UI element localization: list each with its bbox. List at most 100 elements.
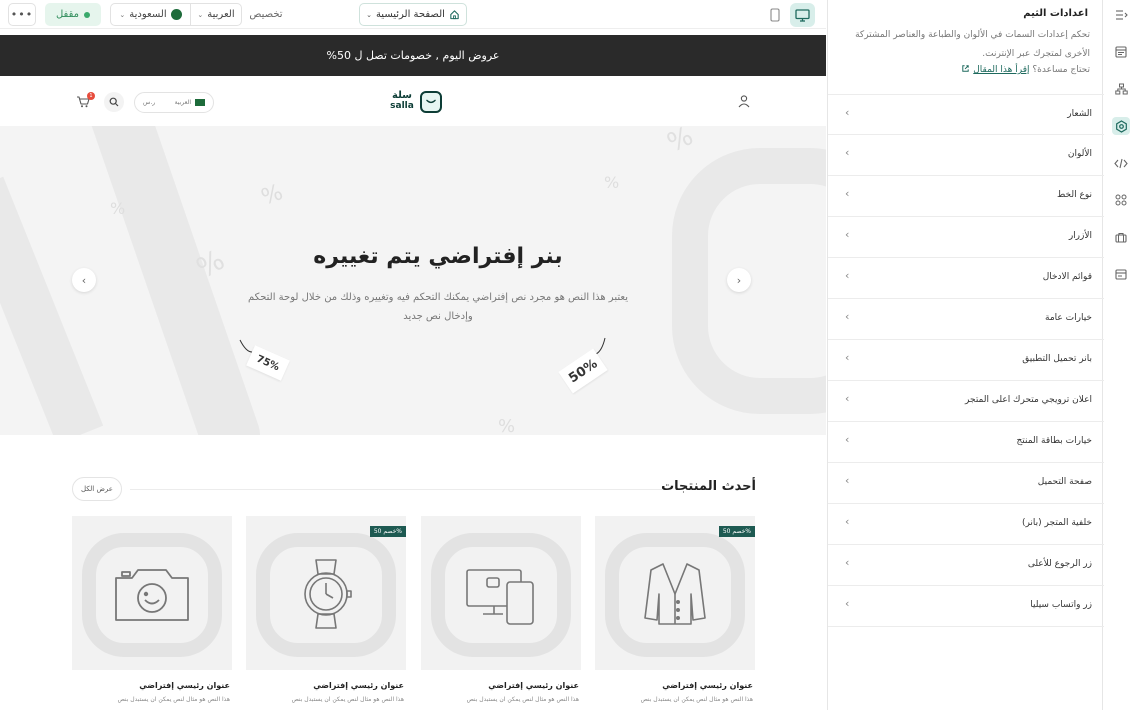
section-back-to-top[interactable]: ‹ زر الرجوع للأعلى	[828, 545, 1104, 586]
latest-products-title: أحدث المنتجات	[661, 479, 756, 494]
section-label: الشعار	[1067, 109, 1092, 119]
store-header: 1 ر.س العربية سلة salla	[0, 76, 826, 126]
logo-wordmark: سلة salla	[389, 90, 415, 111]
mobile-view-button[interactable]	[765, 4, 785, 25]
page-select[interactable]: ⌄ الصفحة الرئيسية	[359, 3, 467, 26]
rail-card-button[interactable]	[1112, 265, 1130, 283]
user-icon[interactable]	[737, 94, 751, 108]
latest-products-header: عرض الكل أحدث المنتجات	[72, 477, 756, 501]
rail-briefcase-button[interactable]	[1112, 228, 1130, 246]
product-card[interactable]: خصم 50% عنوان رئيسي إفتراضي هذا النص هو …	[246, 516, 406, 710]
store-search-button[interactable]	[104, 92, 124, 112]
section-label: زر واتساب سيليا	[1030, 600, 1092, 610]
settings-sections: ‹ الشعار ‹ الألوان ‹ نوع الخط ‹ الأزرار ‹ قوا…	[828, 94, 1104, 627]
product-description: هذا النص هو مثال لنص يمكن ان يستبدل بنص	[291, 696, 404, 703]
section-label: زر الرجوع للأعلى	[1027, 559, 1092, 569]
svg-text:%: %	[258, 180, 286, 211]
customize-label: تخصيص	[249, 9, 283, 20]
chevron-left-icon: ‹	[845, 392, 850, 405]
rail-theme-settings-button[interactable]	[1112, 117, 1130, 135]
section-label: خلفية المتجر (بانر)	[1021, 518, 1092, 528]
watch-icon	[304, 559, 352, 629]
chevron-down-icon: ⌄	[197, 10, 204, 19]
store-status-badge[interactable]: مقفل	[45, 3, 101, 26]
components-icon	[1115, 194, 1127, 206]
chevron-left-icon: ‹	[845, 515, 850, 528]
desktop-view-button[interactable]	[790, 3, 815, 27]
section-app-banner[interactable]: ‹ بانر تحميل التطبيق	[828, 340, 1104, 381]
theme-settings-panel: اعدادات الثيم تحكم إعدادات السمات في الأ…	[827, 0, 1104, 710]
product-card[interactable]: عنوان رئيسي إفتراضي هذا النص هو مثال لنص…	[421, 516, 581, 710]
hero-subtitle: يعتبر هذا النص هو مجرد نص إفتراضي يمكنك …	[248, 292, 628, 322]
briefcase-icon	[1115, 232, 1127, 243]
svg-text:%: %	[498, 416, 515, 435]
help-article-link[interactable]: إقرأ هذا المقال	[973, 65, 1029, 75]
rail-code-button[interactable]	[1112, 154, 1130, 172]
card-icon	[1115, 268, 1127, 280]
section-label: نوع الخط	[1057, 190, 1092, 200]
chevron-left-icon: ‹	[845, 556, 850, 569]
product-card[interactable]: عنوان رئيسي إفتراضي هذا النص هو مثال لنص…	[72, 516, 232, 710]
section-label: خيارات بطاقة المنتج	[1016, 436, 1092, 446]
hero-prev-button[interactable]: ‹	[72, 268, 96, 292]
section-general-options[interactable]: ‹ خيارات عامة	[828, 299, 1104, 340]
product-description: هذا النص هو مثال لنص يمكن ان يستبدل بنص	[466, 696, 579, 703]
section-label: خيارات عامة	[1045, 313, 1092, 323]
product-image	[72, 516, 232, 670]
announcement-text: عروض اليوم , خصومات تصل ل 50%	[326, 49, 500, 62]
language-select[interactable]: ⌄ العربية	[190, 3, 242, 26]
editor-icon-rail	[1104, 0, 1139, 710]
devices-icon	[466, 569, 534, 625]
rail-sitemap-button[interactable]	[1112, 80, 1130, 98]
section-label: الألوان	[1067, 149, 1092, 159]
section-label: قوائم الادخال	[1042, 272, 1092, 282]
layout-icon	[1115, 46, 1127, 58]
product-image: خصم 50%	[595, 516, 755, 670]
status-dot-icon	[84, 11, 91, 18]
section-promo-ticker[interactable]: ‹ اعلان ترويجي متحرك اعلى المتجر	[828, 381, 1104, 422]
svg-text:%: %	[663, 126, 698, 159]
more-options-button[interactable]: •••	[8, 3, 36, 26]
section-product-card[interactable]: ‹ خيارات بطاقة المنتج	[828, 422, 1104, 463]
rail-layout-button[interactable]	[1112, 43, 1130, 61]
product-image	[421, 516, 581, 670]
saudi-flag-icon	[170, 9, 182, 20]
currency-label: ر.س	[143, 99, 156, 106]
language-label: العربية	[207, 9, 235, 20]
code-icon	[1114, 158, 1128, 168]
section-colors[interactable]: ‹ الألوان	[828, 135, 1104, 176]
section-whatsapp-button[interactable]: ‹ زر واتساب سيليا	[828, 586, 1104, 627]
section-font[interactable]: ‹ نوع الخط	[828, 176, 1104, 217]
currency-language-switcher[interactable]: ر.س العربية	[134, 92, 214, 113]
section-input-lists[interactable]: ‹ قوائم الادخال	[828, 258, 1104, 299]
product-title[interactable]: عنوان رئيسي إفتراضي	[313, 681, 404, 690]
country-label: السعودية	[129, 9, 167, 20]
svg-text:%: %	[604, 173, 619, 192]
product-title[interactable]: عنوان رئيسي إفتراضي	[139, 681, 230, 690]
section-logo[interactable]: ‹ الشعار	[828, 94, 1104, 135]
section-buttons[interactable]: ‹ الأزرار	[828, 217, 1104, 258]
product-card[interactable]: خصم 50% عنوان رئيسي إفتراضي هذا النص هو …	[595, 516, 755, 710]
logo-english-text: salla	[390, 101, 414, 111]
country-select[interactable]: ⌄ السعودية	[110, 3, 190, 26]
product-title[interactable]: عنوان رئيسي إفتراضي	[662, 681, 753, 690]
rail-components-button[interactable]	[1112, 191, 1130, 209]
product-image: خصم 50%	[246, 516, 406, 670]
desktop-icon	[795, 8, 810, 22]
store-preview: عروض اليوم , خصومات تصل ل 50% 1 ر.س العر…	[0, 29, 826, 710]
section-label: الأزرار	[1068, 231, 1092, 241]
collapse-panel-button[interactable]	[1112, 6, 1130, 24]
store-logo[interactable]: سلة salla	[389, 89, 445, 115]
salla-bag-icon	[420, 91, 442, 113]
product-description: هذا النص هو مثال لنص يمكن ان يستبدل بنص	[117, 696, 230, 703]
panel-description: تحكم إعدادات السمات في الألوان والطباعة …	[855, 30, 1090, 59]
hero-banner: % % % % % % ‹ › بنر إفتراضي يتم تغييره ي…	[0, 126, 826, 435]
product-title[interactable]: عنوان رئيسي إفتراضي	[488, 681, 579, 690]
hero-next-button[interactable]: ›	[727, 268, 751, 292]
theme-settings-icon	[1115, 119, 1127, 133]
saudi-flag-icon	[195, 99, 205, 106]
view-all-button[interactable]: عرض الكل	[72, 477, 122, 501]
section-loading-page[interactable]: ‹ صفحة التحميل	[828, 463, 1104, 504]
page-select-label: الصفحة الرئيسية	[375, 9, 445, 20]
section-store-background[interactable]: ‹ خلفية المتجر (بانر)	[828, 504, 1104, 545]
